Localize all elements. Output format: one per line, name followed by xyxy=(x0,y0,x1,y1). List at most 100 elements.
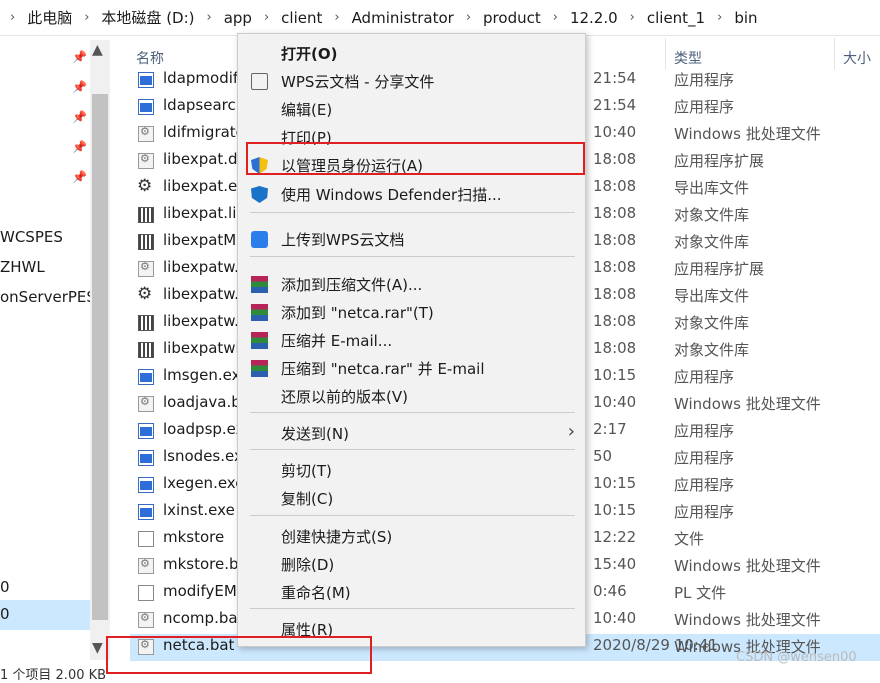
file-type: 对象文件库 xyxy=(674,206,750,224)
menu-separator xyxy=(250,449,575,450)
file-date: 12:22 xyxy=(593,528,637,546)
file-name: libexpat.ex xyxy=(163,177,246,195)
file-name: lsnodes.ex xyxy=(163,447,243,465)
winrar-icon xyxy=(251,304,268,321)
menu-label: 还原以前的版本(V) xyxy=(281,388,408,406)
chevron-right-icon: › xyxy=(263,10,270,25)
nav-selected-item[interactable]: 0 xyxy=(0,600,90,630)
chevron-right-icon: › xyxy=(206,10,212,25)
menu-item-upload-wps[interactable]: 上传到WPS云文档 xyxy=(238,226,585,252)
menu-item-restore-previous[interactable]: 还原以前的版本(V) xyxy=(238,383,585,409)
breadcrumb-item[interactable]: product xyxy=(483,9,541,27)
bat-file-icon xyxy=(138,125,154,142)
menu-item-compress-email[interactable]: 压缩并 E-mail... xyxy=(238,327,585,353)
menu-item-send-to[interactable]: 发送到(N) › xyxy=(238,420,585,446)
menu-label: 创建快捷方式(S) xyxy=(281,528,393,546)
menu-item-defender-scan[interactable]: 使用 Windows Defender扫描... xyxy=(238,181,585,207)
exe-file-icon xyxy=(138,72,154,88)
file-date: 10:15 xyxy=(593,474,637,492)
lib-file-icon xyxy=(138,234,154,250)
nav-item[interactable]: ZHWL xyxy=(0,258,45,276)
file-date: 18:08 xyxy=(593,231,637,249)
file-date: 21:54 xyxy=(593,69,637,87)
nav-scrollbar[interactable]: ▲ ▼ xyxy=(90,40,110,660)
breadcrumb-item[interactable]: Administrator xyxy=(352,9,454,27)
breadcrumb-item[interactable]: client_1 xyxy=(647,9,705,27)
menu-item-delete[interactable]: 删除(D) xyxy=(238,551,585,577)
menu-item-open[interactable]: 打开(O) xyxy=(238,40,585,66)
breadcrumb-item[interactable]: 本地磁盘 (D:) xyxy=(101,7,194,28)
menu-item-edit[interactable]: 编辑(E) xyxy=(238,96,585,122)
breadcrumb-item[interactable]: 12.2.0 xyxy=(570,9,618,27)
nav-item[interactable]: 0 xyxy=(0,578,10,596)
file-name: mkstore.b xyxy=(163,555,239,573)
column-divider[interactable] xyxy=(665,38,666,70)
file-name: libexpat.d xyxy=(163,150,238,168)
column-header-name[interactable]: 名称 xyxy=(136,48,164,68)
menu-item-wps-share[interactable]: WPS云文档 - 分享文件 xyxy=(238,68,585,94)
file-type: 应用程序 xyxy=(674,98,735,116)
menu-label: 删除(D) xyxy=(281,556,335,574)
file-file-icon xyxy=(138,585,154,601)
exe-file-icon xyxy=(138,99,154,115)
file-name: loadjava.b xyxy=(163,393,241,411)
column-header-size[interactable]: 大小 xyxy=(843,48,871,68)
highlight-box-run-as-admin xyxy=(246,142,585,175)
file-type: 应用程序 xyxy=(674,449,735,467)
file-name: libexpat.lil xyxy=(163,204,241,222)
exe-file-icon xyxy=(138,369,154,385)
file-name: lmsgen.ex xyxy=(163,366,241,384)
scrollbar-thumb[interactable] xyxy=(92,94,108,620)
menu-separator xyxy=(250,212,575,213)
menu-item-compress-rar-email[interactable]: 压缩到 "netca.rar" 并 E-mail xyxy=(238,355,585,381)
breadcrumb-item[interactable]: client xyxy=(281,9,322,27)
file-type: 对象文件库 xyxy=(674,233,750,251)
file-type: Windows 批处理文件 xyxy=(674,125,821,143)
chevron-right-icon: › xyxy=(10,10,16,25)
menu-item-rename[interactable]: 重命名(M) xyxy=(238,579,585,605)
highlight-box-netca xyxy=(106,636,372,674)
menu-item-create-shortcut[interactable]: 创建快捷方式(S) xyxy=(238,523,585,549)
column-divider[interactable] xyxy=(834,38,835,70)
file-date: 18:08 xyxy=(593,204,637,222)
breadcrumb-item[interactable]: bin xyxy=(734,9,757,27)
pin-icon[interactable]: 📌 xyxy=(72,140,87,154)
pin-icon[interactable]: 📌 xyxy=(72,110,87,124)
breadcrumb-item[interactable]: 此电脑 xyxy=(27,7,72,28)
share-icon xyxy=(251,73,268,90)
exe-file-icon xyxy=(138,477,154,493)
defender-icon xyxy=(251,186,268,203)
pin-icon[interactable]: 📌 xyxy=(72,170,87,184)
file-name: libexpatwl xyxy=(163,339,240,357)
context-menu: 打开(O) WPS云文档 - 分享文件 编辑(E) 打印(P) 以管理员身份运行… xyxy=(237,33,586,647)
menu-label: WPS云文档 - 分享文件 xyxy=(281,73,435,91)
file-name: libexpatw. xyxy=(163,312,239,330)
nav-item[interactable]: WCSPES xyxy=(0,228,63,246)
menu-item-cut[interactable]: 剪切(T) xyxy=(238,457,585,483)
menu-label: 发送到(N) xyxy=(281,425,349,443)
lib-file-icon xyxy=(138,315,154,331)
menu-item-add-rar[interactable]: 添加到 "netca.rar"(T) xyxy=(238,299,585,325)
breadcrumb-item[interactable]: app xyxy=(224,9,252,27)
menu-label: 重命名(M) xyxy=(281,584,351,602)
chevron-right-icon: › xyxy=(567,421,575,442)
scroll-up-icon[interactable]: ▲ xyxy=(92,42,103,58)
file-type: 应用程序 xyxy=(674,71,735,89)
menu-label: 压缩并 E-mail... xyxy=(281,332,393,350)
wps-cloud-icon xyxy=(251,231,268,248)
bat-file-icon xyxy=(138,611,154,628)
file-type: 对象文件库 xyxy=(674,341,750,359)
menu-label: 添加到压缩文件(A)... xyxy=(281,276,423,294)
file-type: PL 文件 xyxy=(674,584,727,602)
gear-file-icon: ⚙ xyxy=(137,176,153,196)
column-header-type[interactable]: 类型 xyxy=(674,48,702,68)
menu-item-add-archive[interactable]: 添加到压缩文件(A)... xyxy=(238,271,585,297)
address-bar[interactable]: › 此电脑 › 本地磁盘 (D:) › app › client › Admin… xyxy=(0,0,880,36)
scroll-down-icon[interactable]: ▼ xyxy=(92,640,103,656)
menu-item-copy[interactable]: 复制(C) xyxy=(238,485,585,511)
pin-icon[interactable]: 📌 xyxy=(72,50,87,64)
file-date: 2:17 xyxy=(593,420,627,438)
nav-item[interactable]: onServerPES xyxy=(0,288,96,306)
pin-icon[interactable]: 📌 xyxy=(72,80,87,94)
menu-label: 上传到WPS云文档 xyxy=(281,231,405,249)
